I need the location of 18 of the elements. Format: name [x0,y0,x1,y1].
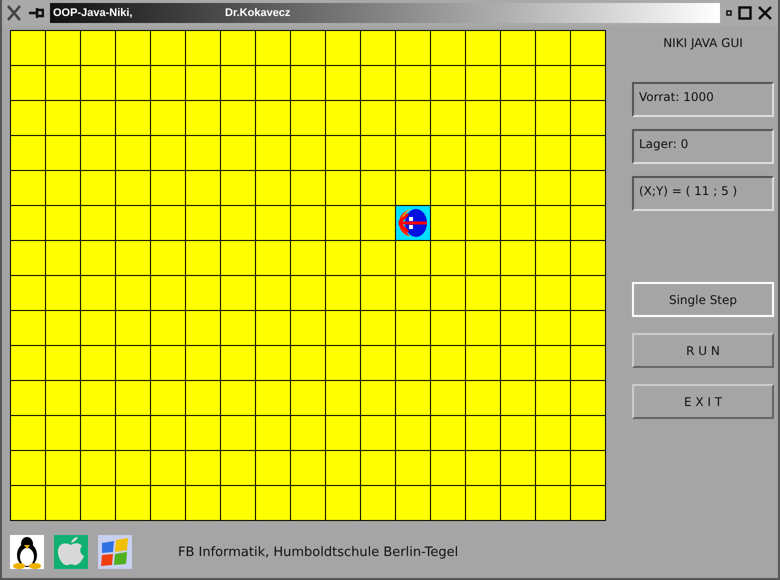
window-title: OOP-Java-Niki, [53,7,134,19]
action-button[interactable]: Single Step [632,282,774,317]
window-author: Dr.Kokavecz [225,7,290,19]
action-button[interactable]: E X I T [632,384,774,419]
minimize-icon[interactable] [726,10,732,16]
x-logo-icon[interactable] [6,5,22,21]
windows-flag-icon [98,535,132,569]
app-heading: NIKI JAVA GUI [662,35,744,52]
status-field: Vorrat: 1000 [632,82,774,117]
penguin-icon [10,535,44,569]
apple-icon [54,535,88,569]
status-field: Lager: 0 [632,129,774,164]
footer-text: FB Informatik, Humboldtschule Berlin-Tegel [178,544,458,560]
maximize-icon[interactable] [738,6,752,20]
action-button[interactable]: R U N [632,333,774,368]
close-icon[interactable] [758,6,772,20]
status-field: (X;Y) = ( 11 ; 5 ) [632,176,774,211]
pin-icon[interactable] [28,6,44,20]
